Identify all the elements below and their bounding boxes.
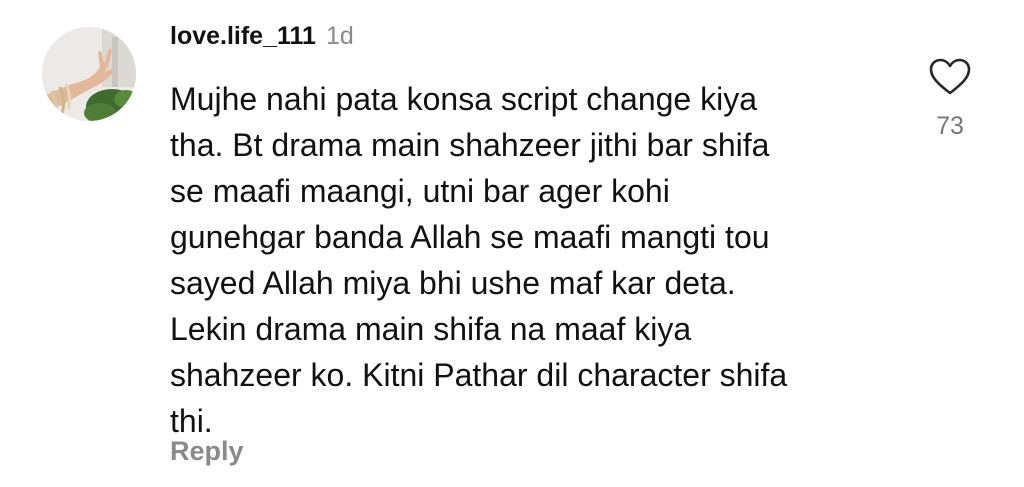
comment-text-line: sayed Allah miya bhi ushe maf kar deta. <box>170 265 736 301</box>
comment-item: love.life_111 1d Mujhe nahi pata konsa s… <box>0 0 1024 487</box>
heart-outline-icon[interactable] <box>929 58 971 96</box>
comment-text: Mujhe nahi pata konsa script change kiya… <box>170 76 880 444</box>
avatar[interactable] <box>42 27 136 121</box>
comment-text-line: tha. Bt drama main shahzeer jithi bar sh… <box>170 127 770 163</box>
comment-text-line: se maafi maangi, utni bar ager kohi <box>170 173 670 209</box>
comment-text-line: Lekin drama main shifa na maaf kiya <box>170 311 692 347</box>
comment-body: love.life_111 1d Mujhe nahi pata konsa s… <box>170 22 890 444</box>
profile-photo-image <box>42 27 136 121</box>
comment-header: love.life_111 1d <box>170 22 890 58</box>
comment-time: 1d <box>325 22 354 50</box>
reply-button[interactable]: Reply <box>170 436 244 467</box>
comment-text-line: shahzeer ko. Kitni Pathar dil character … <box>170 357 788 393</box>
like-count: 73 <box>936 112 964 140</box>
like-button[interactable]: 73 <box>922 58 978 141</box>
username[interactable]: love.life_111 <box>170 22 316 51</box>
comment-text-line: Mujhe nahi pata konsa script change kiya <box>170 81 758 117</box>
comment-text-line: gunehgar banda Allah se maafi mangti tou <box>170 219 770 255</box>
comment-text-line: thi. <box>170 403 213 439</box>
